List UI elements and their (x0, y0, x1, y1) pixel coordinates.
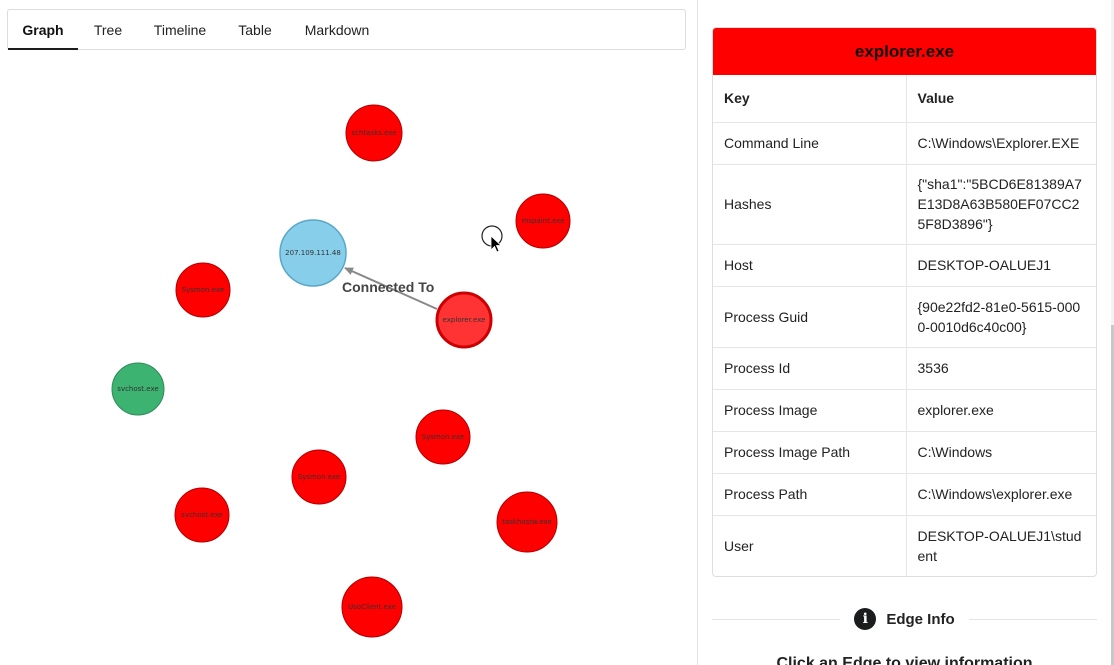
row-value: {"sha1":"5BCD6E81389A7E13D8A63B580EF07CC… (906, 164, 1096, 245)
column-value: Value (906, 75, 1096, 123)
row-value: C:\Windows (906, 431, 1096, 474)
edge-info-message: Click an Edge to view information (776, 655, 1033, 665)
row-key: Process Image Path (713, 431, 907, 474)
table-row: Process Guid {90e22fd2-81e0-5615-0000-00… (713, 286, 1096, 348)
row-key: Command Line (713, 122, 907, 165)
row-key: User (713, 515, 907, 576)
table-row: User DESKTOP-OALUEJ1\student (713, 515, 1096, 576)
node-label: UsoClient.exe (348, 603, 396, 611)
node-label: svchost.exe (117, 385, 158, 393)
table-row: Command Line C:\Windows\Explorer.EXE (713, 122, 1096, 165)
table-row: Process Image explorer.exe (713, 389, 1096, 432)
node-details-card: explorer.exe Key Value Command Line C:\W… (712, 27, 1097, 577)
row-value: C:\Windows\Explorer.EXE (906, 122, 1096, 165)
node-label: Sysmon.exe (422, 433, 464, 441)
node-taskhostw[interactable]: taskhostw.exe (496, 491, 558, 553)
row-value: explorer.exe (906, 389, 1096, 432)
node-label: mspaint.exe (522, 217, 565, 225)
node-svchost-red[interactable]: svchost.exe (174, 487, 230, 543)
node-mspaint[interactable]: mspaint.exe (515, 193, 571, 249)
node-label: 207.109.111.48 (285, 249, 341, 257)
node-label: svchost.exe (181, 511, 222, 519)
node-label: schtasks.exe (352, 129, 397, 137)
node-label: Sysmon.exe (182, 286, 224, 294)
divider-line (968, 618, 1098, 620)
node-usoclient[interactable]: UsoClient.exe (341, 576, 403, 638)
row-key: Host (713, 244, 907, 287)
table-row: Host DESKTOP-OALUEJ1 (713, 244, 1096, 287)
node-sysmon-2[interactable]: Sysmon.exe (415, 409, 471, 465)
mouse-cursor-icon (481, 225, 503, 253)
node-details-title: explorer.exe (713, 28, 1096, 75)
node-label: explorer.exe (443, 316, 486, 324)
view-tabs: Graph Tree Timeline Table Markdown (7, 9, 686, 50)
table-row: Hashes {"sha1":"5BCD6E81389A7E13D8A63B58… (713, 164, 1096, 245)
node-label: Sysmon.exe (298, 473, 340, 481)
row-key: Process Image (713, 389, 907, 432)
tab-markdown[interactable]: Markdown (288, 10, 386, 49)
edge-info-header: i Edge Info (840, 608, 968, 630)
row-value: C:\Windows\explorer.exe (906, 473, 1096, 516)
graph-panel: Graph Tree Timeline Table Markdown Conne… (0, 0, 697, 665)
row-value: 3536 (906, 347, 1096, 390)
node-details-table: Key Value Command Line C:\Windows\Explor… (713, 75, 1096, 576)
tab-table[interactable]: Table (222, 10, 288, 49)
divider-line (712, 618, 841, 620)
node-sysmon-1[interactable]: Sysmon.exe (175, 262, 231, 318)
row-key: Process Path (713, 473, 907, 516)
edge-label: Connected To (342, 279, 434, 295)
column-key: Key (713, 75, 907, 123)
edge-info-title: Edge Info (886, 610, 955, 628)
tab-timeline[interactable]: Timeline (138, 10, 222, 49)
row-value: {90e22fd2-81e0-5615-0000-0010d6c40c00} (906, 286, 1096, 348)
graph-svg[interactable]: Connected To schtasks.exe mspaint.exe 20… (0, 50, 697, 665)
node-label: taskhostw.exe (502, 518, 552, 526)
tab-tree[interactable]: Tree (78, 10, 138, 49)
table-header-row: Key Value (713, 75, 1096, 123)
row-key: Process Guid (713, 286, 907, 348)
row-value: DESKTOP-OALUEJ1\student (917, 527, 1082, 564)
node-ip-address[interactable]: 207.109.111.48 (279, 219, 347, 287)
row-value: DESKTOP-OALUEJ1 (906, 244, 1096, 287)
node-explorer-selected[interactable]: explorer.exe (435, 291, 493, 349)
graph-canvas[interactable]: Connected To schtasks.exe mspaint.exe 20… (0, 50, 697, 665)
edge-info-divider: i Edge Info (712, 604, 1098, 634)
node-schtasks[interactable]: schtasks.exe (345, 104, 403, 162)
table-row: Process Image Path C:\Windows (713, 431, 1096, 474)
tab-graph[interactable]: Graph (8, 10, 78, 50)
row-key: Hashes (713, 164, 907, 245)
table-row: Process Id 3536 (713, 347, 1096, 390)
details-panel: explorer.exe Key Value Command Line C:\W… (698, 0, 1114, 665)
node-svchost-green[interactable]: svchost.exe (111, 362, 165, 416)
info-icon: i (854, 608, 877, 630)
node-sysmon-3[interactable]: Sysmon.exe (291, 449, 347, 505)
row-key: Process Id (713, 347, 907, 390)
table-row: Process Path C:\Windows\explorer.exe (713, 473, 1096, 516)
